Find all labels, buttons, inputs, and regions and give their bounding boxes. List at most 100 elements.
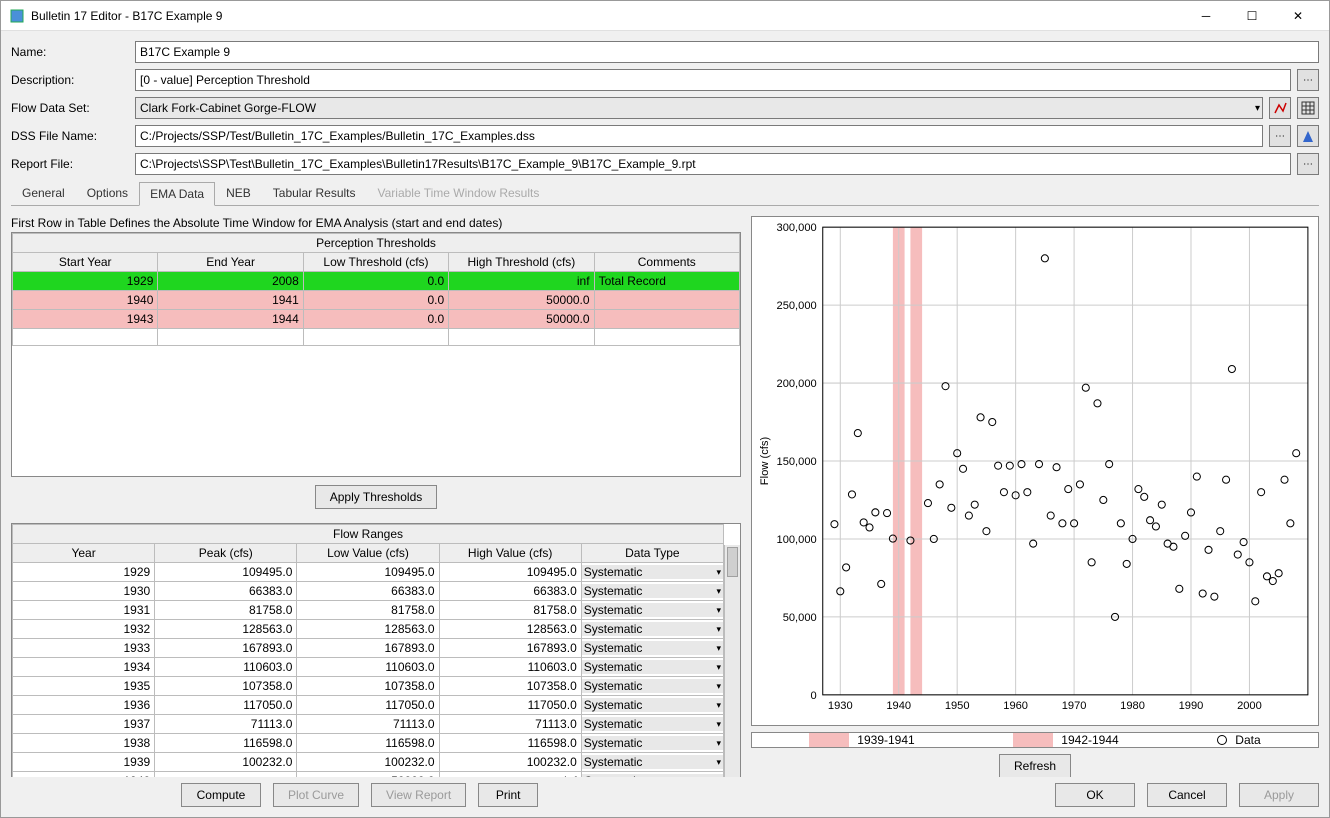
flow-dataset-label: Flow Data Set: [11, 101, 129, 115]
col-low-threshold[interactable]: Low Threshold (cfs) [303, 253, 448, 272]
report-file-browse-button[interactable]: ⋯ [1297, 153, 1319, 175]
data-type-select[interactable]: Systematic▾ [582, 698, 723, 712]
flow-row[interactable]: 1929109495.0109495.0109495.0Systematic▾ [13, 563, 724, 582]
description-more-button[interactable]: ⋯ [1297, 69, 1319, 91]
flow-row[interactable]: 193181758.081758.081758.0Systematic▾ [13, 601, 724, 620]
tab-content: First Row in Table Defines the Absolute … [1, 210, 1329, 777]
dss-file-input[interactable] [135, 125, 1263, 147]
tab-ema-data[interactable]: EMA Data [139, 182, 215, 206]
flow-row[interactable]: 193771113.071113.071113.0Systematic▾ [13, 715, 724, 734]
window-title: Bulletin 17 Editor - B17C Example 9 [31, 9, 1183, 23]
flow-row[interactable]: 193066383.066383.066383.0Systematic▾ [13, 582, 724, 601]
chart-pane: 050,000100,000150,000200,000250,000300,0… [751, 216, 1319, 771]
data-type-select[interactable]: Systematic▾ [582, 641, 723, 655]
print-button[interactable]: Print [478, 783, 538, 807]
svg-text:1970: 1970 [1062, 700, 1087, 712]
plot-flow-button[interactable] [1269, 97, 1291, 119]
flow-row[interactable]: 1936117050.0117050.0117050.0Systematic▾ [13, 696, 724, 715]
svg-text:200,000: 200,000 [777, 378, 817, 390]
description-label: Description: [11, 73, 129, 87]
data-type-select[interactable]: Systematic▾ [582, 603, 723, 617]
flow-table-button[interactable] [1297, 97, 1319, 119]
report-file-input[interactable] [135, 153, 1291, 175]
svg-text:1950: 1950 [945, 700, 970, 712]
minimize-button[interactable]: ─ [1183, 1, 1229, 31]
name-label: Name: [11, 45, 129, 59]
dss-file-browse-button[interactable]: ⋯ [1269, 125, 1291, 147]
legend-label-data: Data [1235, 733, 1260, 747]
ok-button[interactable]: OK [1055, 783, 1135, 807]
tabs: General Options EMA Data NEB Tabular Res… [11, 181, 1319, 206]
titlebar: Bulletin 17 Editor - B17C Example 9 ─ ☐ … [1, 1, 1329, 31]
svg-text:1940: 1940 [886, 700, 911, 712]
col-high-threshold[interactable]: High Threshold (cfs) [449, 253, 594, 272]
data-type-select[interactable]: Systematic▾ [582, 679, 723, 693]
close-button[interactable]: ✕ [1275, 1, 1321, 31]
perception-table[interactable]: Perception Thresholds Start Year End Yea… [12, 233, 740, 346]
col-data-type[interactable]: Data Type [581, 544, 723, 563]
flow-row[interactable]: 1939100232.0100232.0100232.0Systematic▾ [13, 753, 724, 772]
flow-row[interactable]: 1938116598.0116598.0116598.0Systematic▾ [13, 734, 724, 753]
flow-dataset-value: Clark Fork-Cabinet Gorge-FLOW [140, 101, 316, 115]
data-type-select[interactable]: Censored▾ [582, 774, 723, 777]
cancel-button[interactable]: Cancel [1147, 783, 1227, 807]
legend-swatch-data [1217, 735, 1227, 745]
legend-label-1942-1944: 1942-1944 [1061, 733, 1118, 747]
svg-text:2000: 2000 [1237, 700, 1262, 712]
svg-text:150,000: 150,000 [777, 456, 817, 468]
dss-plot-button[interactable] [1297, 125, 1319, 147]
col-peak[interactable]: Peak (cfs) [155, 544, 297, 563]
col-start-year[interactable]: Start Year [13, 253, 158, 272]
description-input[interactable] [135, 69, 1291, 91]
svg-text:1960: 1960 [1003, 700, 1028, 712]
flow-row[interactable]: 1935107358.0107358.0107358.0Systematic▾ [13, 677, 724, 696]
col-year[interactable]: Year [13, 544, 155, 563]
data-type-select[interactable]: Systematic▾ [582, 565, 723, 579]
tab-tabular-results[interactable]: Tabular Results [262, 181, 367, 205]
tab-neb[interactable]: NEB [215, 181, 262, 205]
form-area: Name: Description: ⋯ Flow Data Set: Clar… [1, 31, 1329, 210]
data-type-select[interactable]: Systematic▾ [582, 622, 723, 636]
legend-swatch-1942-1944 [1013, 733, 1053, 747]
data-type-select[interactable]: Systematic▾ [582, 584, 723, 598]
data-type-select[interactable]: Systematic▾ [582, 736, 723, 750]
flow-dataset-select[interactable]: Clark Fork-Cabinet Gorge-FLOW ▾ [135, 97, 1263, 119]
perception-row[interactable]: 194319440.050000.0 [13, 310, 740, 329]
compute-button[interactable]: Compute [181, 783, 261, 807]
flow-row[interactable]: 194050000.0infCensored▾ [13, 772, 724, 778]
flow-row[interactable]: 1932128563.0128563.0128563.0Systematic▾ [13, 620, 724, 639]
perception-title: Perception Thresholds [13, 234, 740, 253]
flow-ranges-table[interactable]: Flow Ranges Year Peak (cfs) Low Value (c… [12, 524, 724, 777]
flow-ranges-title: Flow Ranges [13, 525, 724, 544]
tab-variable-time-window: Variable Time Window Results [367, 181, 551, 205]
perception-row[interactable]: 192920080.0infTotal Record [13, 272, 740, 291]
flow-scatter-chart[interactable]: 050,000100,000150,000200,000250,000300,0… [751, 216, 1319, 726]
flow-table-scrollbar[interactable] [724, 545, 740, 777]
view-report-button: View Report [371, 783, 466, 807]
flow-row[interactable]: 1934110603.0110603.0110603.0Systematic▾ [13, 658, 724, 677]
tab-options[interactable]: Options [76, 181, 139, 205]
data-type-select[interactable]: Systematic▾ [582, 717, 723, 731]
dss-file-label: DSS File Name: [11, 129, 129, 143]
chevron-down-icon: ▾ [1255, 103, 1260, 114]
svg-text:1990: 1990 [1179, 700, 1204, 712]
tab-general[interactable]: General [11, 181, 76, 205]
col-low-value[interactable]: Low Value (cfs) [297, 544, 439, 563]
plot-curve-button: Plot Curve [273, 783, 359, 807]
flow-row[interactable]: 1933167893.0167893.0167893.0Systematic▾ [13, 639, 724, 658]
col-end-year[interactable]: End Year [158, 253, 303, 272]
flow-table-wrap: Flow Ranges Year Peak (cfs) Low Value (c… [11, 523, 741, 777]
data-type-select[interactable]: Systematic▾ [582, 660, 723, 674]
refresh-button[interactable]: Refresh [999, 754, 1071, 777]
apply-thresholds-button[interactable]: Apply Thresholds [315, 485, 438, 509]
name-input[interactable] [135, 41, 1319, 63]
svg-text:Flow (cfs): Flow (cfs) [759, 437, 771, 486]
svg-text:250,000: 250,000 [777, 300, 817, 312]
svg-text:0: 0 [811, 690, 817, 702]
maximize-button[interactable]: ☐ [1229, 1, 1275, 31]
col-high-value[interactable]: High Value (cfs) [439, 544, 581, 563]
perception-row[interactable]: 194019410.050000.0 [13, 291, 740, 310]
col-comments[interactable]: Comments [594, 253, 739, 272]
data-type-select[interactable]: Systematic▾ [582, 755, 723, 769]
report-file-label: Report File: [11, 157, 129, 171]
